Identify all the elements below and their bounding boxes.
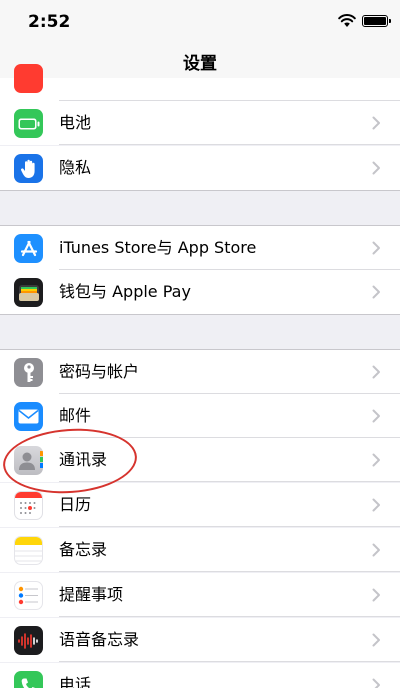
notes-icon [14, 536, 43, 565]
chevron-right-icon [372, 161, 380, 175]
chevron-right-icon [372, 543, 380, 557]
chevron-right-icon [372, 285, 380, 299]
key-icon [14, 358, 43, 387]
row-separator [59, 661, 400, 662]
chevron-right-icon [372, 588, 380, 602]
row-label: 提醒事项 [59, 585, 124, 604]
calendar-icon [14, 491, 43, 520]
row-label: 密码与帐户 [59, 362, 140, 381]
settings-row-itunes-app-store[interactable]: iTunes Store与 App Store [0, 226, 400, 270]
wallet-icon [14, 278, 43, 307]
chevron-right-icon [372, 678, 380, 688]
battery-status-icon [362, 15, 391, 27]
row-label: 电池 [59, 113, 92, 132]
row-separator [59, 616, 400, 617]
chevron-right-icon [372, 116, 380, 130]
row-label: 备忘录 [59, 540, 108, 559]
settings-row-notes[interactable]: 备忘录 [0, 528, 400, 572]
group-divider [0, 314, 400, 315]
status-bar: 2:52 [0, 0, 400, 44]
chevron-right-icon [372, 453, 380, 467]
wifi-icon [338, 14, 356, 27]
hand-icon [14, 154, 43, 183]
chevron-right-icon [372, 498, 380, 512]
partial-red-icon [14, 64, 43, 93]
chevron-right-icon [372, 409, 380, 423]
row-label: 语音备忘录 [59, 630, 140, 649]
settings-row-partial[interactable] [0, 64, 400, 101]
reminders-icon [14, 581, 43, 610]
phone-icon [14, 671, 43, 688]
row-label: 钱包与 Apple Pay [59, 282, 191, 301]
settings-row-reminders[interactable]: 提醒事项 [0, 573, 400, 617]
chevron-right-icon [372, 241, 380, 255]
settings-row-wallet-apple-pay[interactable]: 钱包与 Apple Pay [0, 270, 400, 314]
chevron-right-icon [372, 633, 380, 647]
app-store-icon [14, 234, 43, 263]
battery-icon [14, 109, 43, 138]
settings-row-phone[interactable]: 电话 [0, 663, 400, 688]
row-separator [59, 144, 400, 145]
status-time: 2:52 [28, 12, 71, 32]
voice-memos-icon [14, 626, 43, 655]
row-separator [59, 571, 400, 572]
row-separator [59, 526, 400, 527]
group-divider [0, 190, 400, 191]
row-label: 电话 [59, 675, 92, 688]
settings-row-privacy[interactable]: 隐私 [0, 146, 400, 190]
row-label: 隐私 [59, 158, 92, 177]
settings-row-passwords-accounts[interactable]: 密码与帐户 [0, 350, 400, 394]
row-label: iTunes Store与 App Store [59, 238, 257, 257]
mail-icon [14, 402, 43, 431]
settings-row-voice-memos[interactable]: 语音备忘录 [0, 618, 400, 662]
chevron-right-icon [372, 365, 380, 379]
settings-row-battery[interactable]: 电池 [0, 101, 400, 145]
